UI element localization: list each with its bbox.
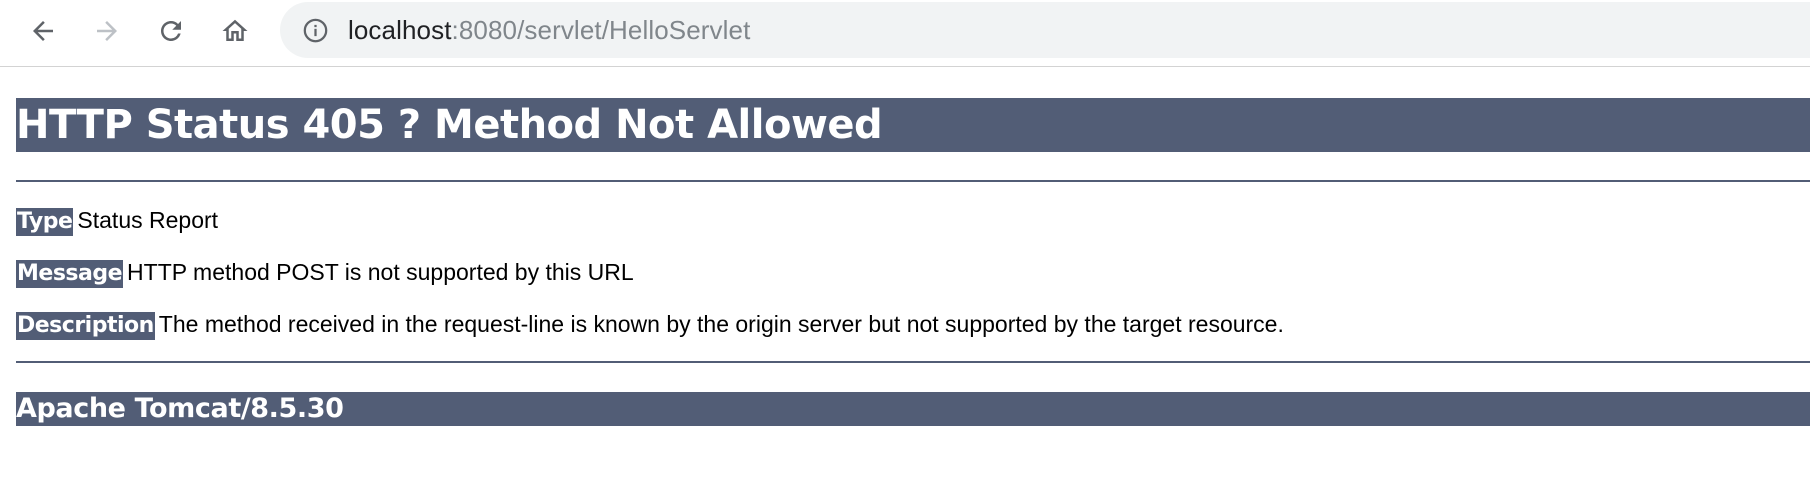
browser-toolbar: localhost:8080/servlet/HelloServlet	[0, 0, 1810, 67]
home-button[interactable]	[216, 12, 254, 50]
type-value: Status Report	[77, 207, 219, 233]
reload-icon	[161, 21, 181, 41]
description-value: The method received in the request-line …	[158, 311, 1284, 337]
url-text[interactable]: localhost:8080/servlet/HelloServlet	[348, 16, 750, 44]
arrow-left-icon	[33, 21, 53, 41]
message-value: HTTP method POST is not supported by thi…	[127, 259, 634, 285]
message-label: Message	[16, 260, 124, 288]
error-page: HTTP Status 405 ? Method Not Allowed Typ…	[16, 98, 1810, 426]
server-footer: Apache Tomcat/8.5.30	[16, 392, 1810, 426]
type-label: Type	[16, 208, 74, 236]
home-icon	[222, 19, 248, 41]
back-button[interactable]	[24, 12, 62, 50]
divider	[16, 180, 1810, 182]
page-title: HTTP Status 405 ? Method Not Allowed	[16, 98, 1810, 152]
address-bar[interactable]: localhost:8080/servlet/HelloServlet	[280, 2, 1810, 58]
message-row: Message HTTP method POST is not supported…	[16, 257, 634, 288]
description-label: Description	[16, 312, 155, 340]
arrow-right-icon	[97, 21, 117, 41]
info-icon[interactable]	[302, 17, 329, 44]
description-row: Description The method received in the re…	[16, 309, 1284, 340]
url-host: localhost	[348, 15, 452, 45]
forward-button[interactable]	[88, 12, 126, 50]
type-row: Type Status Report	[16, 205, 219, 236]
reload-button[interactable]	[152, 12, 190, 50]
url-path: :8080/servlet/HelloServlet	[451, 15, 751, 45]
divider	[16, 361, 1810, 363]
